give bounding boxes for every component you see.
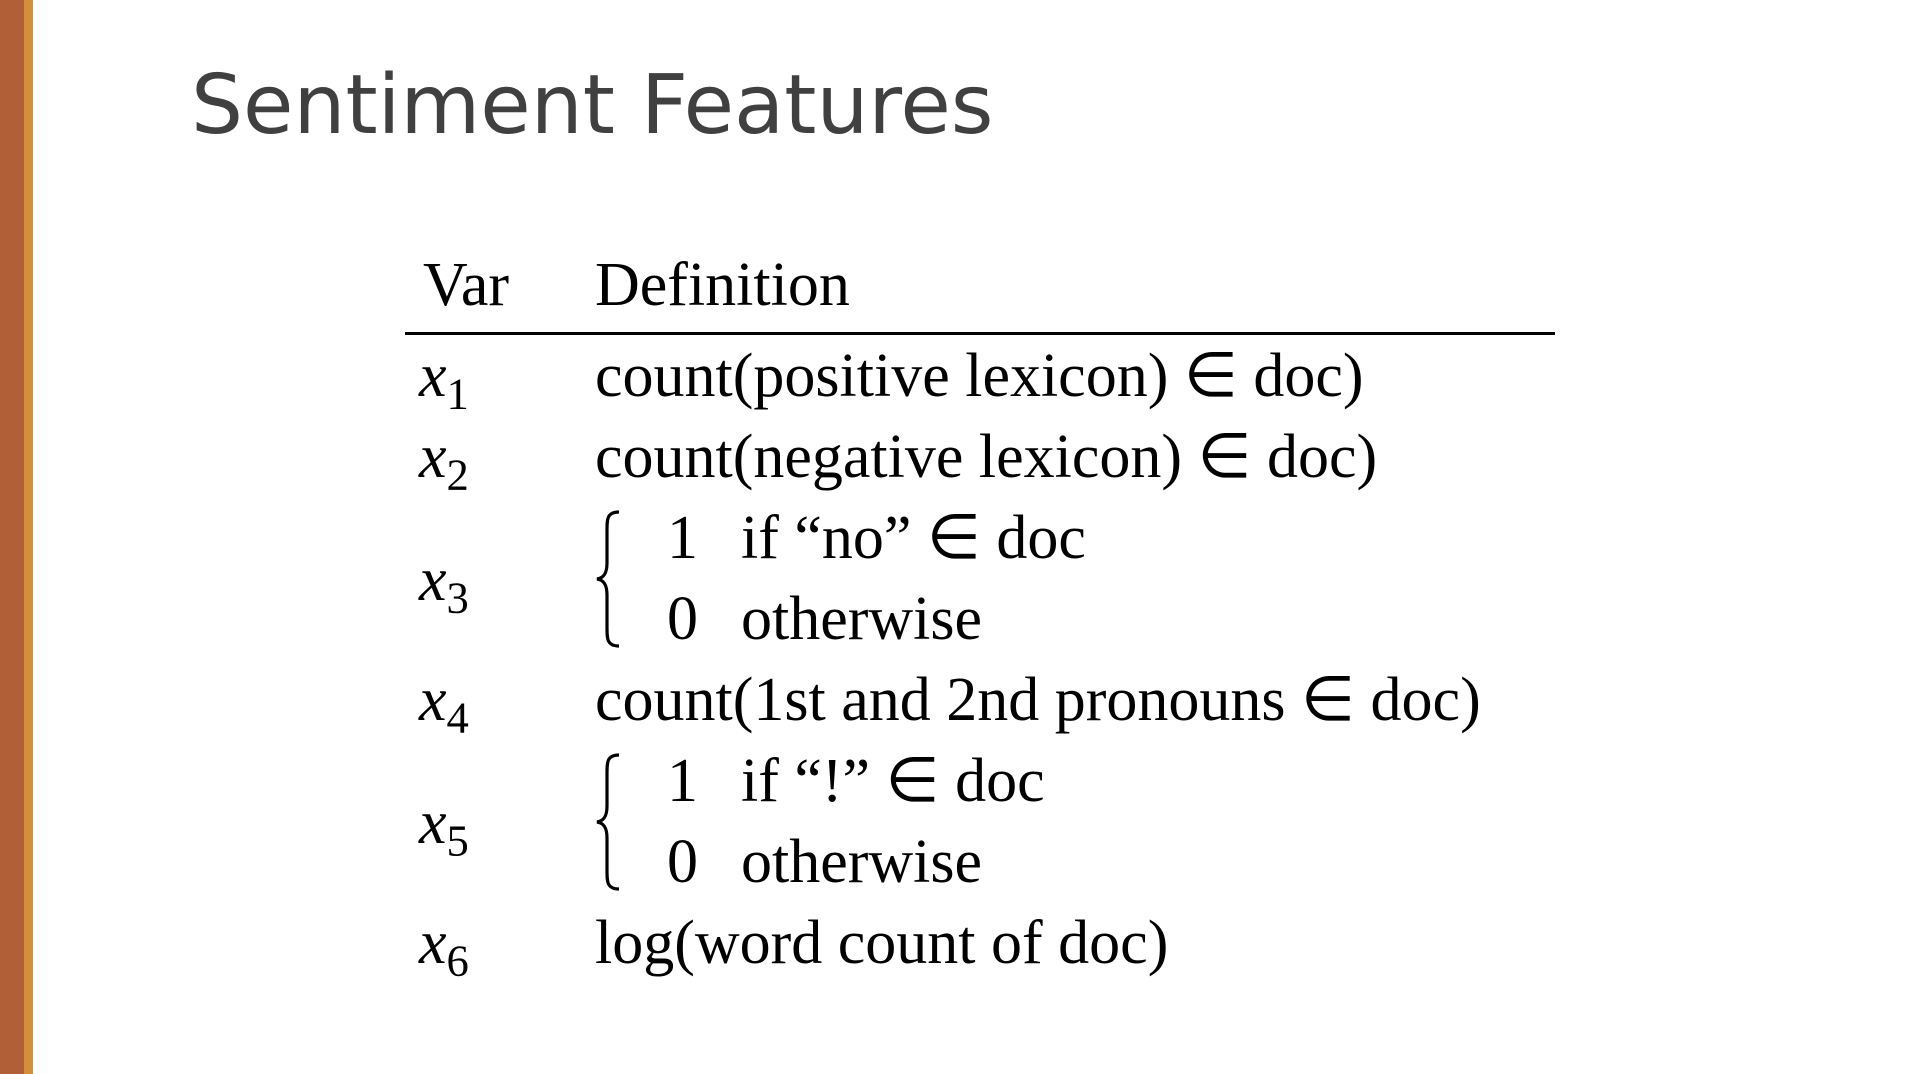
left-brace-icon bbox=[596, 510, 620, 648]
case-value: 1 bbox=[667, 747, 698, 815]
table-row: x1 count(positive lexicon) ∈ doc) bbox=[405, 335, 1555, 418]
table-row: x5 1 if “!” ∈ doc 0 otherwise bbox=[405, 740, 1555, 902]
definition-cell: log(word count of doc) bbox=[595, 909, 1169, 977]
left-brace-icon bbox=[596, 753, 620, 891]
case-condition: otherwise bbox=[741, 585, 983, 653]
definition-cell: count(1st and 2nd pronouns ∈ doc) bbox=[595, 666, 1481, 734]
var-cell: x4 bbox=[419, 666, 469, 743]
header-definition: Definition bbox=[595, 251, 850, 319]
feature-table: Var Definition x1 count(positive lexicon… bbox=[405, 240, 1555, 985]
var-cell: x3 bbox=[419, 546, 469, 623]
table-header: Var Definition bbox=[405, 240, 1555, 335]
left-accent-bar bbox=[0, 0, 24, 1074]
case-condition: if “no” ∈ doc bbox=[741, 504, 1086, 572]
case-condition: if “!” ∈ doc bbox=[741, 747, 1045, 815]
definition-cell: count(positive lexicon) ∈ doc) bbox=[595, 342, 1364, 410]
table-row: x3 1 if “no” ∈ doc 0 otherwise bbox=[405, 497, 1555, 659]
definition-cell: count(negative lexicon) ∈ doc) bbox=[595, 423, 1378, 491]
table-row: x6 log(word count of doc) bbox=[405, 902, 1555, 985]
case-value: 0 bbox=[667, 828, 698, 896]
case-value: 0 bbox=[667, 585, 698, 653]
table-row: x4 count(1st and 2nd pronouns ∈ doc) bbox=[405, 659, 1555, 742]
case-value: 1 bbox=[667, 504, 698, 572]
header-var: Var bbox=[423, 251, 510, 319]
slide-title: Sentiment Features bbox=[191, 58, 994, 153]
var-cell: x2 bbox=[419, 423, 469, 500]
var-cell: x5 bbox=[419, 789, 469, 866]
var-cell: x6 bbox=[419, 909, 469, 986]
table-row: x2 count(negative lexicon) ∈ doc) bbox=[405, 416, 1555, 499]
left-accent-stripe bbox=[24, 0, 33, 1074]
case-condition: otherwise bbox=[741, 828, 983, 896]
var-cell: x1 bbox=[419, 342, 469, 419]
